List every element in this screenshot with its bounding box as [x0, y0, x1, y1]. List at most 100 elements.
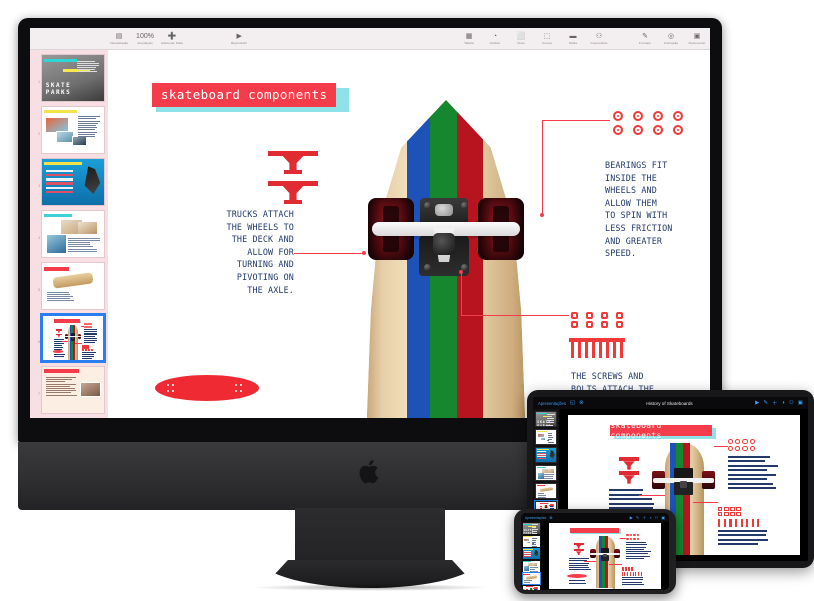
nut-icon	[616, 321, 623, 328]
iphone-slide[interactable]	[549, 523, 661, 589]
ipad-back-label[interactable]: Apresentações	[538, 401, 566, 406]
toolbar-group-left: ▤ Visualização 100% Ampliação ➕ Adicionar Sli…	[106, 33, 186, 45]
view-button[interactable]: ▤ Visualização	[106, 33, 132, 45]
ipad-slide-thumb-deck-closeup[interactable]	[535, 483, 557, 499]
ipad-slide-thumb-skate-parks[interactable]: SKATE PARKS	[535, 411, 557, 427]
view-options-icon[interactable]: ◱	[570, 400, 575, 406]
zoom-icon[interactable]: ⊗	[549, 515, 552, 520]
imac-bezel: ▤ Visualização 100% Ampliação ➕ Adicionar Sli…	[18, 18, 722, 442]
iphone-slide-thumb-skateboard-components[interactable]	[523, 586, 540, 591]
bearing-icon	[653, 125, 663, 135]
truck-pivot-nut	[435, 204, 453, 216]
slide-number: 4	[35, 236, 40, 240]
nut-icon	[601, 312, 608, 319]
play-icon[interactable]: ▶	[755, 400, 759, 406]
screw-glyph-group	[571, 338, 623, 358]
table-button[interactable]: ▦ Tabela	[456, 33, 482, 45]
slide-thumb-skate-parks[interactable]: SKATE PARKS	[41, 54, 105, 102]
media-button[interactable]: ▬ Mídia	[560, 33, 586, 45]
slide-number: 3	[35, 184, 40, 188]
media-button-label: Mídia	[569, 41, 577, 45]
iphone-slide-thumb-boards-grid[interactable]	[523, 561, 540, 572]
add-slide-button[interactable]: ➕ Adicionar Slide	[158, 33, 186, 45]
format-icon[interactable]: ✎	[763, 400, 768, 406]
screw-icon	[585, 338, 588, 358]
text-icon: ⬜	[517, 33, 526, 41]
document-button[interactable]: ▣ Documento	[684, 33, 710, 45]
media-icon[interactable]: ◑	[649, 515, 651, 520]
play-button[interactable]: ▶ Reproduzir	[226, 33, 252, 45]
animate-button-label: Animação	[664, 41, 679, 45]
slide-navigator[interactable]: 1SKATE PARKS2345678	[30, 50, 108, 418]
format-icon[interactable]: ✎	[636, 515, 639, 520]
home-indicator	[577, 588, 613, 590]
play-icon[interactable]: ▶	[630, 515, 633, 520]
text-button[interactable]: ⬜ Texto	[508, 33, 534, 45]
comment-button[interactable]: ⚇ Comentário	[586, 33, 612, 45]
imac-stand-neck	[295, 508, 445, 566]
view-button-label: Visualização	[110, 41, 129, 45]
zoom-button[interactable]: 100% Ampliação	[132, 33, 158, 45]
annotation-trucks[interactable]: TRUCKS ATTACH THE WHEELS TO THE DECK AND AL…	[166, 208, 294, 296]
navigator-row[interactable]: 2	[30, 106, 108, 158]
animate-button[interactable]: ◎ Animação	[658, 33, 684, 45]
more-icon[interactable]: ▣	[798, 400, 803, 406]
slide-number: 7	[35, 392, 40, 396]
iphone-slide-thumb-blue-chart[interactable]	[523, 548, 540, 559]
collaborate-icon[interactable]: ⚇	[655, 515, 659, 520]
iphone-canvas[interactable]	[541, 522, 669, 590]
slide-thumb-skateboard-components[interactable]	[41, 314, 105, 362]
navigator-row[interactable]: 5	[30, 262, 108, 314]
add-slide-button-label: Adicionar Slide	[161, 41, 183, 45]
nut-icon	[571, 312, 578, 319]
chart-button[interactable]: ◔ Gráfico	[482, 33, 508, 45]
slide-title-group[interactable]: skateboard components	[152, 83, 336, 107]
media-icon[interactable]: ◑	[782, 400, 785, 406]
more-icon[interactable]: ▣	[661, 515, 665, 520]
nut-icon	[586, 312, 593, 319]
iphone-slide-thumb-deck-closeup[interactable]	[523, 573, 540, 584]
screw-icon	[578, 338, 581, 358]
iphone-screen: Apresentações ⊗ ▶ ✎ ＋ ◑ ⚇ ▣ SKATE PARKS	[521, 513, 669, 590]
page-title[interactable]: skateboard components	[152, 83, 336, 107]
iphone-back-label[interactable]: Apresentações	[525, 516, 546, 520]
navigator-row[interactable]: 4	[30, 210, 108, 262]
view-icon: ▤	[116, 33, 123, 41]
document-button-label: Documento	[689, 41, 706, 45]
iphone-slide-thumb-photos-text[interactable]	[523, 536, 540, 547]
slide-canvas[interactable]: skateboard components TRUCKS ATTACH THE …	[108, 50, 710, 418]
insert-icon[interactable]: ＋	[642, 515, 646, 521]
slide-thumb-boards-grid[interactable]	[41, 210, 105, 258]
iphone-slide-thumb-skate-parks[interactable]: SKATE PARKS	[523, 523, 540, 534]
navigator-row[interactable]: 7	[30, 366, 108, 418]
annotation-bearings[interactable]: BEARINGS FIT INSIDE THE WHEELS AND ALLOW TH…	[605, 159, 710, 260]
annotation-deck[interactable]: THE DECK ISTHE PLATFORM	[158, 416, 283, 418]
iphone-slide-navigator[interactable]: SKATE PARKS	[521, 522, 541, 590]
format-button-label: Formato	[639, 41, 651, 45]
slide-thumb-deck-closeup[interactable]	[41, 262, 105, 310]
ipad-slide-thumb-boards-grid[interactable]	[535, 465, 557, 481]
zoom-icon[interactable]: ⊗	[579, 400, 584, 406]
comment-button-label: Comentário	[591, 41, 608, 45]
slide-thumb-photos-text[interactable]	[41, 106, 105, 154]
iphone-body: SKATE PARKS	[521, 522, 669, 590]
slide-thumb-bed-photo[interactable]	[41, 366, 105, 414]
bearing-icon	[653, 111, 663, 121]
collaborate-icon[interactable]: ⚇	[789, 400, 794, 406]
slide-thumb-blue-chart[interactable]	[41, 158, 105, 206]
shape-button[interactable]: ⬚ Forma	[534, 33, 560, 45]
format-button[interactable]: ✎ Formato	[632, 33, 658, 45]
ipad-slide-thumb-photos-text[interactable]	[535, 429, 557, 445]
nut-icon	[586, 321, 593, 328]
skateboard-photo[interactable]	[366, 100, 526, 418]
imac-screen: ▤ Visualização 100% Ampliação ➕ Adicionar Sli…	[30, 28, 710, 418]
ipad-slide-thumb-blue-chart[interactable]	[535, 447, 557, 463]
navigator-row[interactable]: 3	[30, 158, 108, 210]
navigator-row[interactable]: 1 SKATE PARKS	[30, 54, 108, 106]
insert-icon[interactable]: ＋	[772, 399, 778, 407]
imac-shadow	[250, 584, 490, 591]
slide-number: 2	[35, 132, 40, 136]
leader-line-bearings-v	[542, 120, 543, 215]
navigator-row[interactable]: 6	[30, 314, 108, 366]
leader-dot-trucks	[362, 251, 366, 255]
